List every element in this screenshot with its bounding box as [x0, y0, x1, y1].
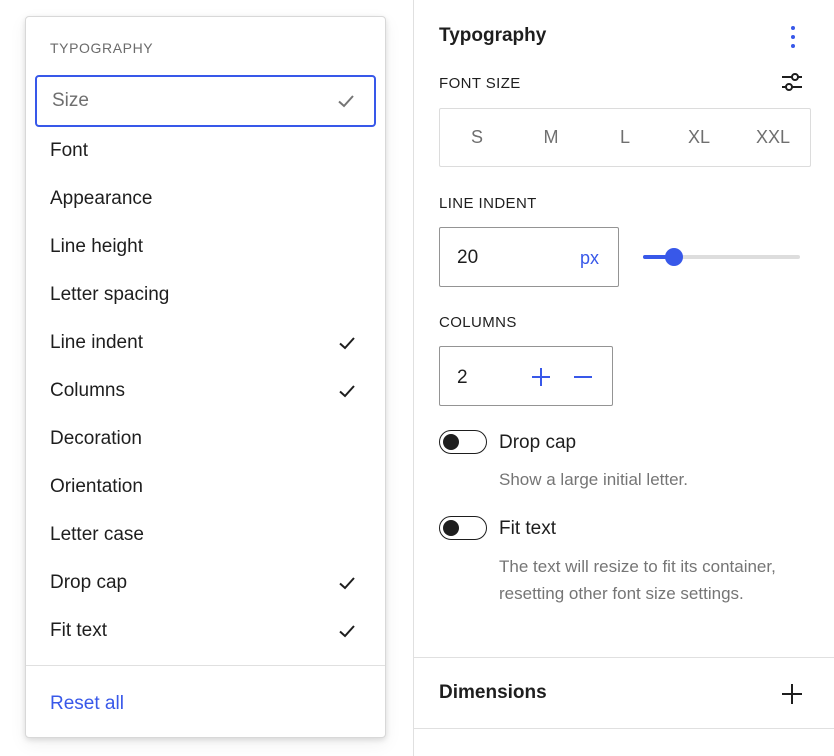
fit-text-help: The text will resize to fit its containe… [499, 557, 776, 603]
menu-item-appearance[interactable]: Appearance [26, 175, 385, 223]
menu-item-columns[interactable]: Columns [26, 367, 385, 415]
check-icon [337, 573, 357, 593]
line-indent-input[interactable]: 20 px [439, 227, 619, 287]
typography-panel: Typography FONT SIZE S M L XL XXL LINE I… [413, 0, 834, 756]
plus-icon[interactable] [780, 682, 804, 706]
columns-label: COLUMNS [439, 314, 517, 331]
fit-text-toggle[interactable] [439, 516, 487, 540]
decrement-minus-icon[interactable] [570, 364, 596, 390]
menu-list: Size Font Appearance Line height Letter spac… [26, 73, 385, 655]
menu-item-line-indent[interactable]: Line indent [26, 319, 385, 367]
check-icon [337, 333, 357, 353]
line-indent-slider[interactable] [643, 247, 800, 269]
section-divider [414, 657, 834, 658]
fit-text-label: Fit text [499, 518, 557, 539]
menu-item-orientation[interactable]: Orientation [26, 463, 385, 511]
check-icon [337, 381, 357, 401]
font-size-toggle-group: S M L XL XXL [439, 108, 811, 167]
toggle-knob [443, 434, 459, 450]
menu-item-label: Appearance [50, 188, 153, 209]
menu-item-label: Decoration [50, 428, 142, 449]
menu-item-font[interactable]: Font [26, 127, 385, 175]
font-size-option-m[interactable]: M [514, 109, 588, 166]
drop-cap-help: Show a large initial letter. [499, 470, 688, 489]
menu-item-label: Line indent [50, 332, 143, 353]
font-size-option-xl[interactable]: XL [662, 109, 736, 166]
font-size-option-xxl[interactable]: XXL [736, 109, 810, 166]
menu-item-drop-cap[interactable]: Drop cap [26, 559, 385, 607]
menu-divider [26, 665, 385, 666]
check-icon [337, 621, 357, 641]
panel-title: Typography [439, 25, 547, 46]
menu-heading: TYPOGRAPHY [50, 40, 154, 56]
font-size-option-l[interactable]: L [588, 109, 662, 166]
menu-item-label: Columns [50, 380, 125, 401]
line-indent-label: LINE INDENT [439, 195, 537, 212]
toggle-knob [443, 520, 459, 536]
menu-item-label: Letter case [50, 524, 144, 545]
menu-item-label: Size [52, 90, 89, 111]
columns-value: 2 [457, 367, 468, 388]
menu-item-size[interactable]: Size [35, 75, 376, 127]
menu-item-label: Line height [50, 236, 143, 257]
dimensions-title: Dimensions [439, 682, 547, 703]
menu-item-line-height[interactable]: Line height [26, 223, 385, 271]
menu-item-label: Letter spacing [50, 284, 170, 305]
section-divider [414, 728, 834, 729]
menu-item-letter-spacing[interactable]: Letter spacing [26, 271, 385, 319]
columns-stepper[interactable]: 2 [439, 346, 613, 406]
menu-item-label: Font [50, 140, 89, 161]
drop-cap-label: Drop cap [499, 432, 577, 453]
font-size-option-s[interactable]: S [440, 109, 514, 166]
sliders-icon[interactable] [780, 70, 804, 94]
typography-dropdown-menu: TYPOGRAPHY Size Font Appearance Line height… [25, 16, 386, 738]
menu-item-decoration[interactable]: Decoration [26, 415, 385, 463]
slider-thumb[interactable] [665, 248, 684, 266]
reset-all-button[interactable]: Reset all [50, 693, 124, 715]
menu-item-label: Fit text [50, 620, 108, 641]
line-indent-unit-select[interactable]: px [580, 248, 599, 269]
line-indent-value: 20 [457, 247, 479, 268]
menu-item-label: Drop cap [50, 572, 128, 593]
check-icon [336, 91, 356, 111]
font-size-label: FONT SIZE [439, 75, 521, 92]
more-vertical-icon[interactable] [784, 24, 802, 50]
increment-plus-icon[interactable] [528, 364, 554, 390]
menu-item-fit-text[interactable]: Fit text [26, 607, 385, 655]
menu-item-letter-case[interactable]: Letter case [26, 511, 385, 559]
drop-cap-toggle[interactable] [439, 430, 487, 454]
menu-item-label: Orientation [50, 476, 143, 497]
